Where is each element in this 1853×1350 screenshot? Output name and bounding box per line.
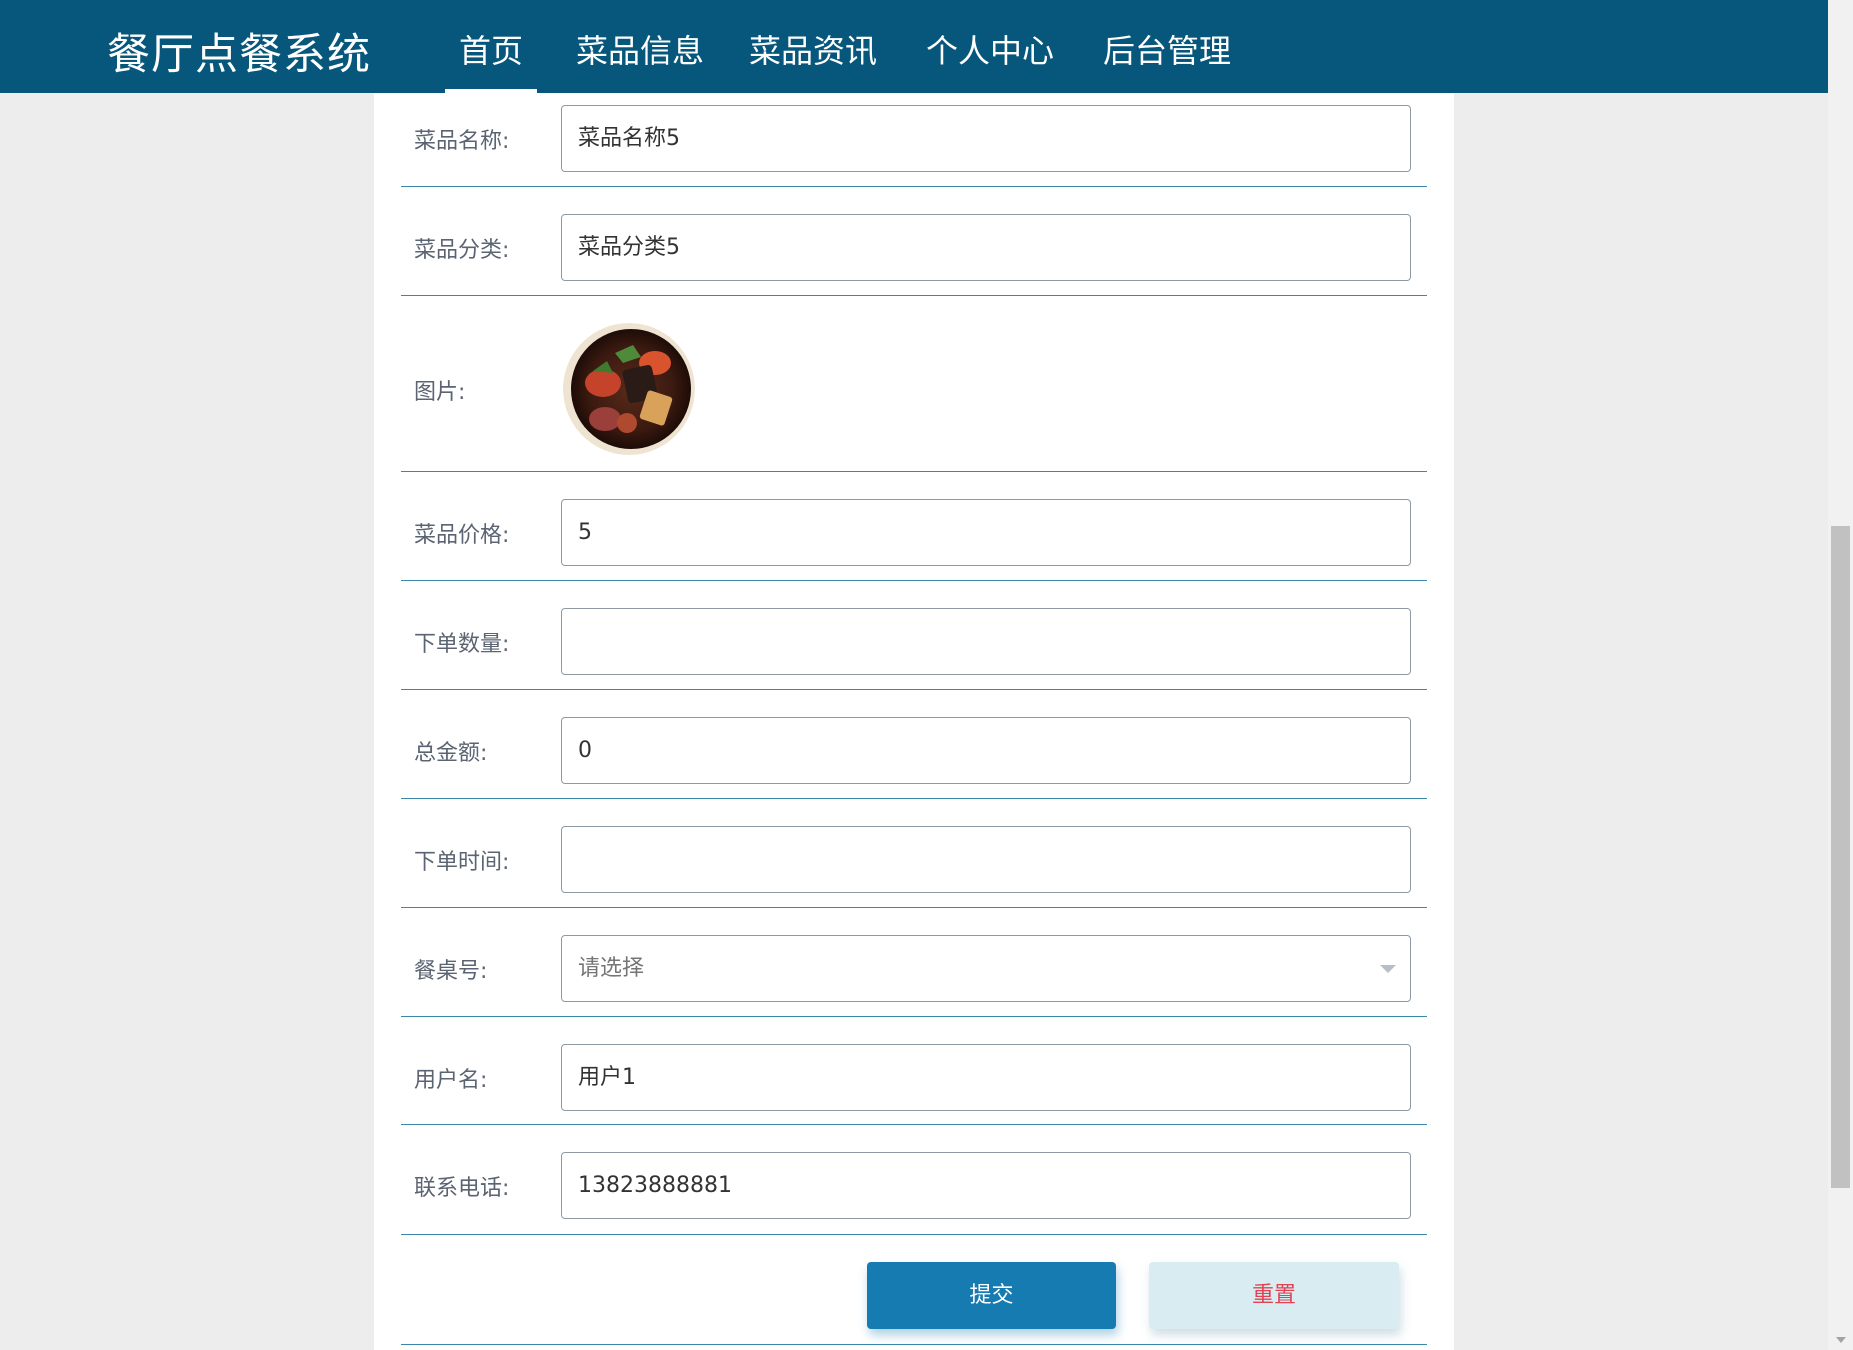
label-dish-category: 菜品分类: [414, 238, 510, 263]
label-phone: 联系电话: [414, 1176, 510, 1201]
label-username: 用户名: [414, 1068, 488, 1093]
row-quantity: 下单数量: [401, 581, 1427, 690]
price-input[interactable]: 5 [561, 499, 1411, 566]
label-total: 总金额: [414, 741, 488, 766]
total-input[interactable]: 0 [561, 717, 1411, 784]
row-username: 用户名: 用户1 [401, 1017, 1427, 1125]
submit-button[interactable]: 提交 [867, 1262, 1116, 1329]
reset-button[interactable]: 重置 [1149, 1262, 1399, 1329]
label-table-no: 餐桌号: [414, 959, 488, 984]
row-image: 图片: [401, 296, 1427, 472]
label-image: 图片: [414, 380, 466, 405]
row-table-no: 餐桌号: 请选择 [401, 908, 1427, 1017]
row-order-time: 下单时间: [401, 799, 1427, 908]
dish-name-input[interactable]: 菜品名称5 [561, 105, 1411, 172]
dish-category-input[interactable]: 菜品分类5 [561, 214, 1411, 281]
top-navbar: 餐厅点餐系统 首页 菜品信息 菜品资讯 个人中心 后台管理 [0, 0, 1828, 93]
row-dish-name: 菜品名称: 菜品名称5 [401, 93, 1427, 187]
nav-dish-news[interactable]: 菜品资讯 [749, 26, 877, 93]
quantity-input[interactable] [561, 608, 1411, 675]
scrollbar-thumb[interactable] [1831, 526, 1850, 1188]
label-price: 菜品价格: [414, 523, 510, 548]
nav-dish-info[interactable]: 菜品信息 [576, 26, 704, 93]
label-quantity: 下单数量: [414, 632, 510, 657]
row-price: 菜品价格: 5 [401, 472, 1427, 581]
row-dish-category: 菜品分类: 菜品分类5 [401, 187, 1427, 296]
nav-home[interactable]: 首页 [444, 26, 538, 93]
nav-admin[interactable]: 后台管理 [1103, 26, 1231, 93]
table-no-select[interactable]: 请选择 [561, 935, 1411, 1002]
scroll-down-icon[interactable] [1836, 1337, 1846, 1343]
nav-personal-center[interactable]: 个人中心 [926, 26, 1054, 93]
label-dish-name: 菜品名称: [414, 129, 510, 154]
page-scrollbar[interactable] [1828, 0, 1853, 1350]
phone-input[interactable]: 13823888881 [561, 1152, 1411, 1219]
row-total: 总金额: 0 [401, 690, 1427, 799]
label-order-time: 下单时间: [414, 850, 510, 875]
row-phone: 联系电话: 13823888881 [401, 1125, 1427, 1235]
username-input[interactable]: 用户1 [561, 1044, 1411, 1111]
dish-image [563, 323, 695, 455]
chevron-down-icon [1380, 965, 1396, 973]
order-time-input[interactable] [561, 826, 1411, 893]
table-no-placeholder: 请选择 [578, 956, 645, 981]
site-brand: 餐厅点餐系统 [107, 30, 371, 80]
